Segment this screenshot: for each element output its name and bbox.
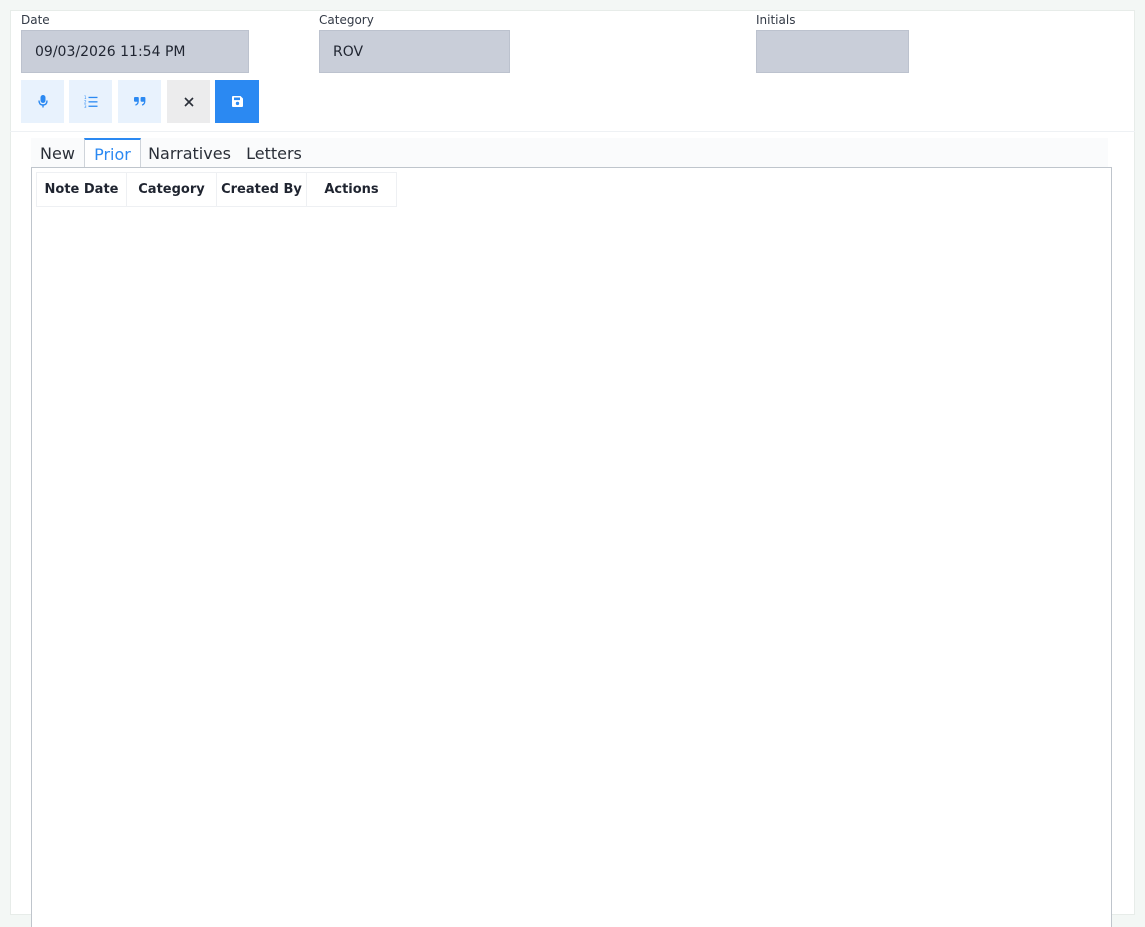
quote-button[interactable] <box>118 80 161 123</box>
date-field[interactable]: 09/03/2026 11:54 PM <box>21 30 249 73</box>
tab-prior[interactable]: Prior <box>84 138 141 168</box>
prior-notes-content <box>31 167 1112 927</box>
category-label: Category <box>319 13 374 27</box>
microphone-icon <box>37 95 48 108</box>
date-label: Date <box>21 13 50 27</box>
initials-label: Initials <box>756 13 796 27</box>
quote-icon <box>133 97 145 106</box>
svg-text:3: 3 <box>84 104 87 108</box>
close-icon <box>183 96 194 107</box>
microphone-button[interactable] <box>21 80 64 123</box>
column-header-note-date[interactable]: Note Date <box>36 172 127 207</box>
numbered-list-button[interactable]: 1 2 3 <box>69 80 112 123</box>
tab-letters[interactable]: Letters <box>238 138 310 168</box>
column-header-category[interactable]: Category <box>126 172 217 207</box>
column-header-created-by[interactable]: Created By <box>216 172 307 207</box>
tab-narratives[interactable]: Narratives <box>141 138 238 168</box>
notes-grid-header: Note Date Category Created By Actions <box>36 172 397 207</box>
initials-field[interactable] <box>756 30 909 73</box>
numbered-list-icon: 1 2 3 <box>84 95 97 108</box>
floppy-disk-icon <box>231 96 243 107</box>
tab-new[interactable]: New <box>31 138 84 168</box>
section-divider <box>10 131 1135 132</box>
cancel-button[interactable] <box>167 80 210 123</box>
category-field[interactable]: ROV <box>319 30 510 73</box>
column-header-actions: Actions <box>306 172 397 207</box>
save-button[interactable] <box>215 80 259 123</box>
